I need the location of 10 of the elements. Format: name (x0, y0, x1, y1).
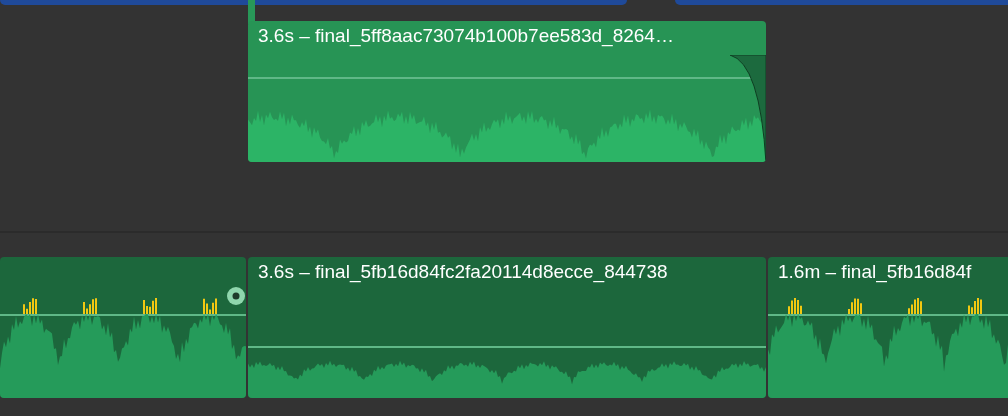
audio-clip[interactable]: 3.6s – final_5ff8aac73074b100b7ee583d_8264… (248, 21, 766, 162)
clip-bar[interactable] (0, 0, 627, 5)
clip-title: 3.6s – final_5fb16d84fc2fa20114d8ecce_844738 (258, 261, 668, 283)
marker-icon[interactable] (227, 287, 245, 305)
audio-clip[interactable]: 1.6m – final_5fb16d84f (768, 257, 1008, 398)
clip-title: 1.6m – final_5fb16d84f (778, 261, 972, 283)
clip-bar[interactable] (675, 0, 1008, 5)
clip-title: 3.6s – final_5ff8aac73074b100b7ee583d_8264… (258, 25, 674, 47)
audio-clip[interactable] (0, 257, 246, 398)
audio-clip[interactable]: 3.6s – final_5fb16d84fc2fa20114d8ecce_844738 (248, 257, 766, 398)
